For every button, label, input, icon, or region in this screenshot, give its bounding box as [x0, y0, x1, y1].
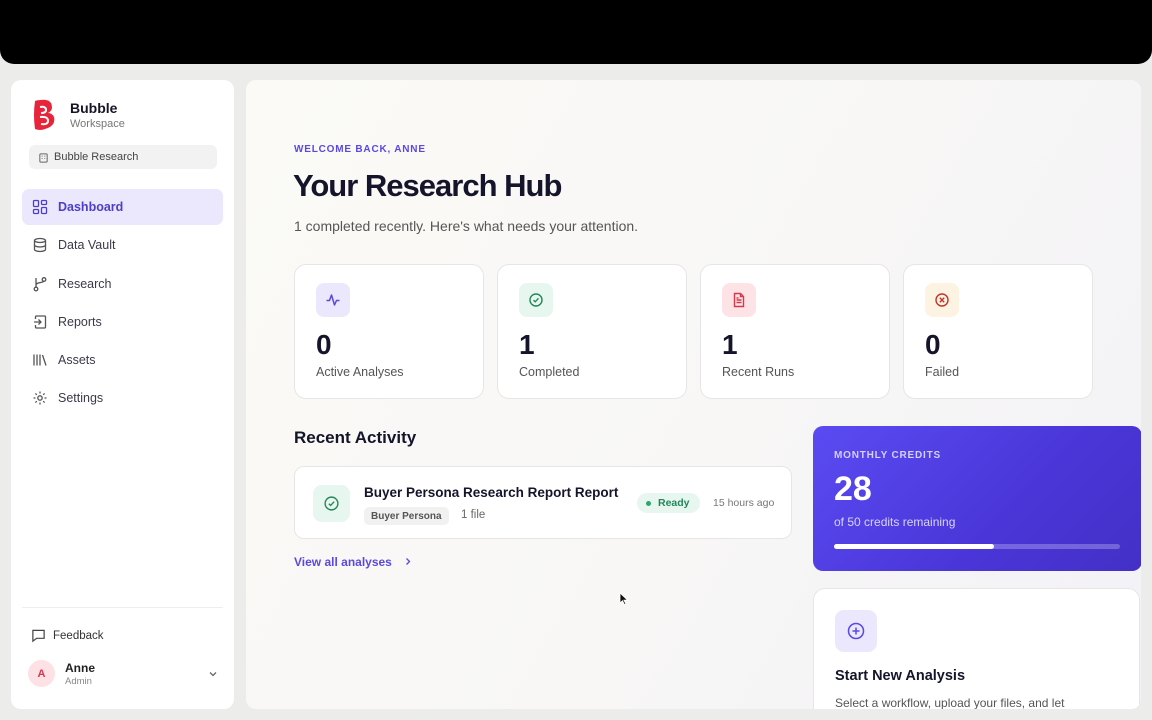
activity-file-count: 1 file — [461, 509, 486, 521]
stat-card-completed[interactable]: 1 Completed — [497, 264, 687, 399]
feedback-label: Feedback — [53, 629, 104, 642]
avatar: A — [28, 660, 55, 687]
status-label: Ready — [658, 497, 690, 509]
brand-subtitle: Workspace — [70, 118, 125, 130]
sidebar-item-data-vault[interactable]: Data Vault — [22, 227, 223, 263]
stat-card-active-analyses[interactable]: 0 Active Analyses — [294, 264, 484, 399]
sidebar-nav: Dashboard Data Vault Research Reports As… — [22, 189, 223, 419]
stat-label: Completed — [519, 365, 580, 379]
credits-progress-bar — [834, 544, 1120, 549]
brand: Bubble Workspace — [29, 98, 125, 132]
dashboard-icon — [32, 199, 48, 215]
brand-name: Bubble — [70, 100, 118, 116]
welcome-text: WELCOME BACK, ANNE — [294, 144, 426, 155]
sidebar-item-dashboard[interactable]: Dashboard — [22, 189, 223, 225]
feedback-link[interactable]: Feedback — [31, 628, 104, 643]
monthly-credits-card: MONTHLY CREDITS 28 of 50 credits remaini… — [813, 426, 1141, 571]
page-title: Your Research Hub — [293, 168, 562, 203]
plus-circle-icon — [835, 610, 877, 652]
user-menu[interactable]: A Anne Admin — [28, 660, 218, 687]
status-dot — [646, 500, 651, 506]
workspace-name: Bubble Research — [54, 151, 139, 163]
credits-remaining-text: of 50 credits remaining — [834, 515, 956, 529]
check-circle-icon — [519, 283, 553, 317]
status-badge: Ready — [637, 493, 700, 513]
user-role: Admin — [65, 675, 92, 687]
bubble-logo-icon — [34, 99, 55, 130]
branch-icon — [33, 276, 47, 292]
page-subtitle: 1 completed recently. Here's what needs … — [294, 218, 639, 234]
activity-time: 15 hours ago — [713, 497, 775, 509]
credits-progress-fill — [834, 544, 995, 549]
document-icon — [722, 283, 756, 317]
sidebar-item-label: Dashboard — [58, 200, 124, 214]
chevron-down-icon — [209, 671, 217, 676]
recent-activity-title: Recent Activity — [294, 428, 417, 447]
library-icon — [33, 354, 47, 366]
reports-icon — [34, 315, 47, 329]
sidebar-item-label: Research — [58, 276, 112, 291]
activity-title: Buyer Persona Research Report Report — [364, 485, 619, 500]
gear-icon — [33, 391, 47, 405]
credits-value: 28 — [834, 470, 872, 508]
view-all-analyses-link[interactable]: View all analyses — [294, 555, 412, 569]
stat-label: Failed — [925, 365, 960, 379]
activity-icon — [316, 283, 350, 317]
main-content: WELCOME BACK, ANNE Your Research Hub 1 c… — [246, 80, 1141, 709]
sidebar-item-label: Settings — [58, 391, 104, 406]
check-circle-icon — [313, 485, 350, 522]
sidebar-item-assets[interactable]: Assets — [22, 342, 223, 378]
sidebar: Bubble Workspace Bubble Research Dashboa… — [11, 80, 234, 709]
database-icon — [33, 238, 47, 253]
user-name: Anne — [65, 660, 95, 675]
sidebar-divider — [22, 607, 223, 608]
workspace-switcher[interactable]: Bubble Research — [29, 145, 217, 169]
start-new-analysis-card[interactable]: Start New Analysis Select a workflow, up… — [813, 588, 1140, 709]
stat-value: 0 — [925, 329, 941, 360]
start-analysis-title: Start New Analysis — [835, 668, 966, 684]
building-icon — [39, 152, 48, 163]
stat-value: 1 — [722, 329, 738, 360]
sidebar-item-label: Reports — [58, 314, 102, 329]
view-all-label: View all analyses — [294, 555, 392, 569]
stat-value: 1 — [519, 329, 535, 360]
start-analysis-description: Select a workflow, upload your files, an… — [835, 696, 1065, 709]
window-top-bar — [0, 0, 1152, 64]
credits-label: MONTHLY CREDITS — [834, 450, 942, 461]
x-circle-icon — [925, 283, 959, 317]
mouse-cursor-icon — [619, 592, 629, 606]
sidebar-item-settings[interactable]: Settings — [22, 380, 223, 416]
stat-label: Recent Runs — [722, 365, 795, 379]
sidebar-item-label: Assets — [58, 353, 96, 368]
stat-value: 0 — [316, 329, 332, 360]
sidebar-item-research[interactable]: Research — [22, 266, 223, 302]
stat-card-failed[interactable]: 0 Failed — [903, 264, 1093, 399]
stat-card-recent-runs[interactable]: 1 Recent Runs — [700, 264, 890, 399]
message-icon — [32, 629, 45, 643]
activity-row[interactable]: Buyer Persona Research Report Report Buy… — [294, 466, 792, 539]
activity-tag: Buyer Persona — [364, 507, 449, 525]
chevron-right-icon — [404, 555, 412, 569]
sidebar-item-label: Data Vault — [58, 238, 116, 253]
sidebar-item-reports[interactable]: Reports — [22, 304, 223, 340]
stat-label: Active Analyses — [316, 365, 404, 379]
